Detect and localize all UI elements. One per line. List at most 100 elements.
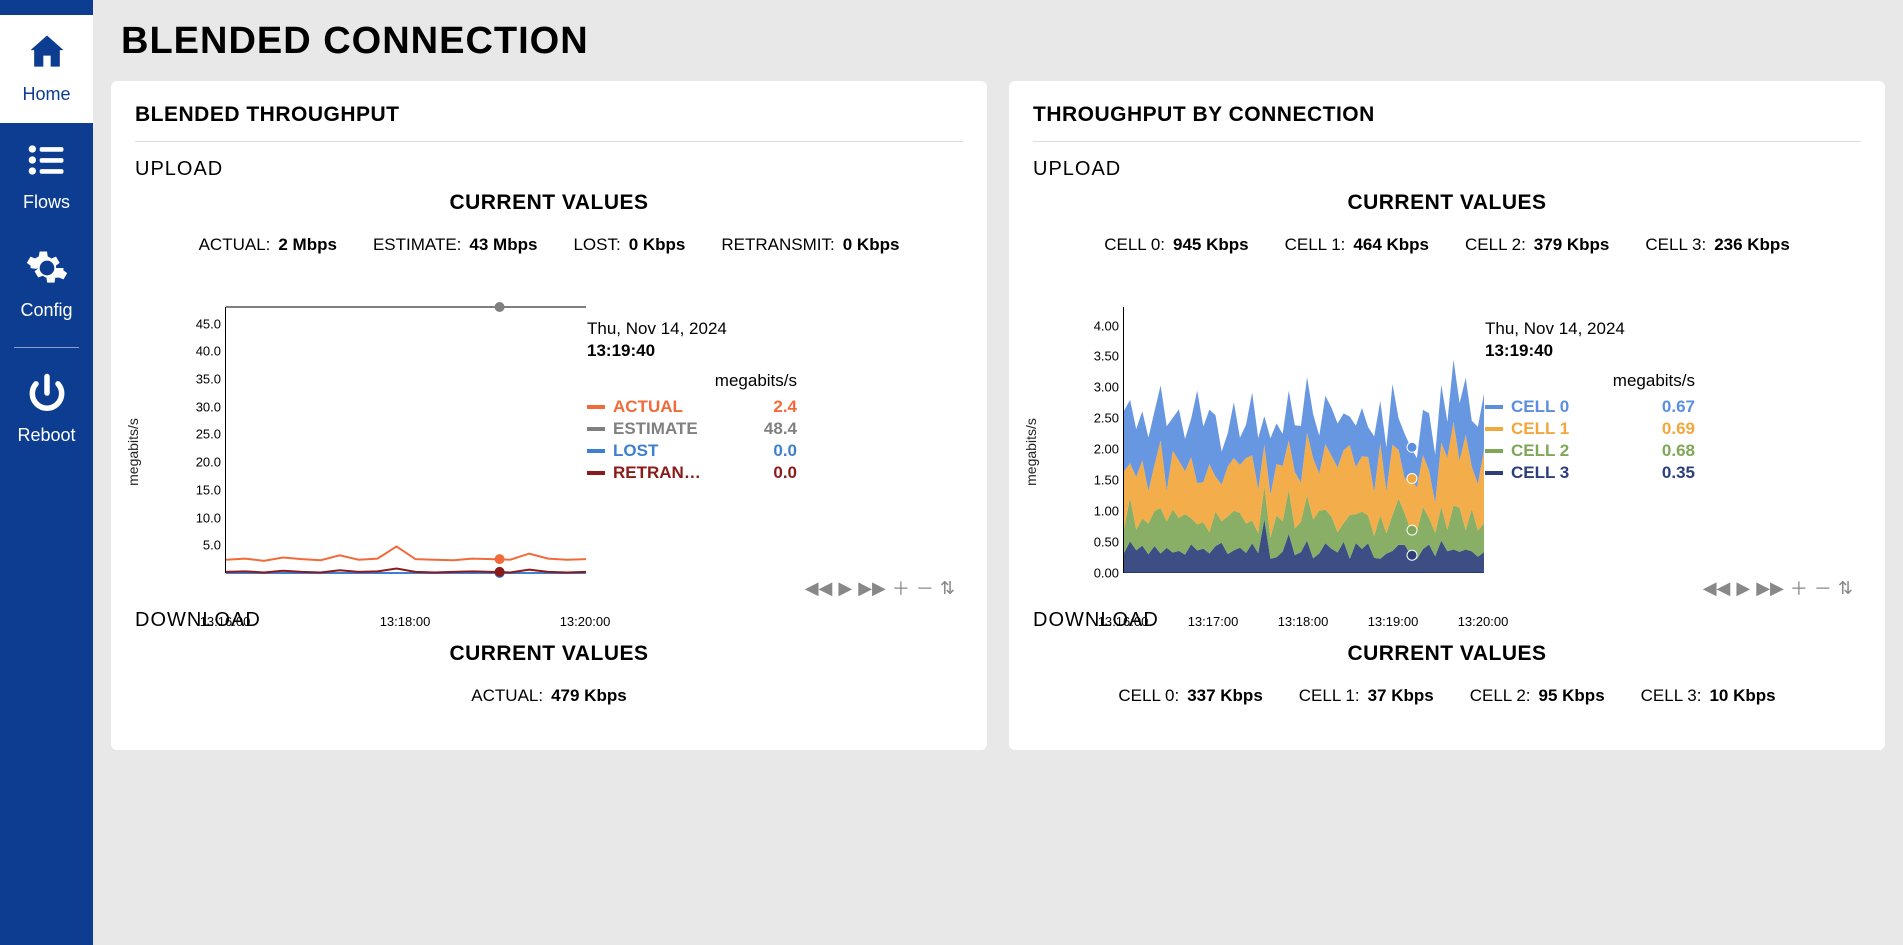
legend-date: Thu, Nov 14, 2024 <box>587 319 797 339</box>
cv-key: ACTUAL: <box>471 686 543 706</box>
sidebar-item-reboot[interactable]: Reboot <box>0 356 93 464</box>
x-tick: 13:17:00 <box>1188 614 1239 629</box>
home-icon <box>25 30 69 74</box>
cv-pair: ACTUAL: 479 Kbps <box>471 686 626 706</box>
legend-value: 0.68 <box>1662 441 1695 461</box>
panel-by-connection: THROUGHPUT BY CONNECTIONUPLOADCURRENT VA… <box>1009 81 1885 750</box>
cv-pair: CELL 2:95 Kbps <box>1470 686 1605 706</box>
cv-pair: ACTUAL:2 Mbps <box>199 235 337 255</box>
chart-wrap: megabits/s5.010.015.020.025.030.035.040.… <box>135 279 963 609</box>
cv-value: 236 Kbps <box>1714 235 1790 255</box>
cv-value: 0 Kbps <box>629 235 686 255</box>
y-tick: 45.0 <box>181 316 221 331</box>
y-axis-label: megabits/s <box>125 418 141 486</box>
chart-ctrl-wrap: megabits/s0.000.501.001.502.002.503.003.… <box>1033 279 1861 609</box>
legend-swatch <box>587 427 605 431</box>
legend-name: RETRAN… <box>613 463 765 483</box>
legend-value: 0.0 <box>773 463 797 483</box>
legend-swatch <box>1485 449 1503 453</box>
cv-pair: CELL 0:945 Kbps <box>1104 235 1248 255</box>
plus-icon[interactable]: ＋ <box>892 575 910 601</box>
chart-wrap: megabits/s0.000.501.001.502.002.503.003.… <box>1033 279 1861 609</box>
cv-pair: CELL 3: 236 Kbps <box>1645 235 1789 255</box>
x-tick: 13:18:00 <box>380 614 431 629</box>
cv-value: 2 Mbps <box>278 235 337 255</box>
forward-icon[interactable]: ▶▶ <box>1756 578 1784 599</box>
y-tick: 2.00 <box>1079 442 1119 457</box>
cv-pair: CELL 1:464 Kbps <box>1285 235 1429 255</box>
sidebar-item-home[interactable]: Home <box>0 15 93 123</box>
divider <box>135 141 963 142</box>
minus-icon[interactable]: － <box>916 575 934 601</box>
y-tick: 4.00 <box>1079 318 1119 333</box>
divider <box>1033 141 1861 142</box>
legend-date: Thu, Nov 14, 2024 <box>1485 319 1695 339</box>
legend-value: 48.4 <box>764 419 797 439</box>
legend-name: LOST <box>613 441 765 461</box>
chart-box: megabits/s0.000.501.001.502.002.503.003.… <box>1043 279 1473 609</box>
sort-icon[interactable]: ⇅ <box>1838 578 1853 599</box>
y-tick: 1.00 <box>1079 504 1119 519</box>
cv-pair: CELL 0:337 Kbps <box>1118 686 1262 706</box>
x-tick: 13:16:00 <box>1098 614 1149 629</box>
plus-icon[interactable]: ＋ <box>1790 575 1808 601</box>
y-tick: 35.0 <box>181 372 221 387</box>
play-icon[interactable]: ▶ <box>1736 578 1750 599</box>
cv-key: CELL 3: <box>1645 235 1706 255</box>
rewind-icon[interactable]: ◀◀ <box>805 578 833 599</box>
sidebar-item-config[interactable]: Config <box>0 231 93 339</box>
y-tick: 30.0 <box>181 399 221 414</box>
play-icon[interactable]: ▶ <box>838 578 852 599</box>
legend-row: CELL 0 0.67 <box>1485 397 1695 417</box>
legend-value: 0.0 <box>773 441 797 461</box>
legend-unit: megabits/s <box>587 371 797 391</box>
legend-row: CELL 2 0.68 <box>1485 441 1695 461</box>
line-chart-svg <box>226 307 586 573</box>
cv-key: CELL 1: <box>1299 686 1360 706</box>
cv-value: 379 Kbps <box>1534 235 1610 255</box>
legend-row: LOST 0.0 <box>587 441 797 461</box>
legend-row: ACTUAL2.4 <box>587 397 797 417</box>
cv-value: 37 Kbps <box>1368 686 1434 706</box>
y-tick: 2.50 <box>1079 411 1119 426</box>
sidebar-item-label: Flows <box>23 192 70 213</box>
plot-area <box>1123 307 1483 573</box>
legend-name: ESTIMATE <box>613 419 756 439</box>
legend-name: CELL 0 <box>1511 397 1654 417</box>
legend-value: 0.35 <box>1662 463 1695 483</box>
y-tick: 10.0 <box>181 510 221 525</box>
legend-time: 13:19:40 <box>587 341 797 361</box>
cv-pair: CELL 3:10 Kbps <box>1641 686 1776 706</box>
legend-name: CELL 3 <box>1511 463 1654 483</box>
legend-name: CELL 1 <box>1511 419 1654 439</box>
legend-swatch <box>1485 471 1503 475</box>
legend-name: CELL 2 <box>1511 441 1654 461</box>
y-tick: 40.0 <box>181 344 221 359</box>
cv-pair: CELL 2:379 Kbps <box>1465 235 1609 255</box>
upload-cv-row: ACTUAL:2 MbpsESTIMATE:43 MbpsLOST:0 Kbps… <box>135 235 963 255</box>
x-tick: 13:18:00 <box>1278 614 1329 629</box>
minus-icon[interactable]: － <box>1814 575 1832 601</box>
sidebar-item-flows[interactable]: Flows <box>0 123 93 231</box>
panel-title: THROUGHPUT BY CONNECTION <box>1033 103 1861 127</box>
cv-pair: ESTIMATE:43 Mbps <box>373 235 538 255</box>
y-tick: 3.50 <box>1079 349 1119 364</box>
chart-box: megabits/s5.010.015.020.025.030.035.040.… <box>145 279 575 609</box>
x-tick: 13:16:00 <box>200 614 251 629</box>
legend-unit: megabits/s <box>1485 371 1695 391</box>
cv-value: 10 Kbps <box>1709 686 1775 706</box>
legend-swatch <box>1485 427 1503 431</box>
sort-icon[interactable]: ⇅ <box>940 578 955 599</box>
legend-value: 0.67 <box>1662 397 1695 417</box>
cv-title: CURRENT VALUES <box>135 191 963 215</box>
y-tick: 1.50 <box>1079 473 1119 488</box>
cv-value: 479 Kbps <box>551 686 627 706</box>
sidebar-item-label: Home <box>22 84 70 105</box>
rewind-icon[interactable]: ◀◀ <box>1703 578 1731 599</box>
x-tick: 13:19:00 <box>1368 614 1419 629</box>
legend-row: RETRAN… 0.0 <box>587 463 797 483</box>
main-content: BLENDED CONNECTION BLENDED THROUGHPUTUPL… <box>93 0 1903 945</box>
list-icon <box>25 138 69 182</box>
legend-swatch <box>1485 405 1503 409</box>
forward-icon[interactable]: ▶▶ <box>858 578 886 599</box>
